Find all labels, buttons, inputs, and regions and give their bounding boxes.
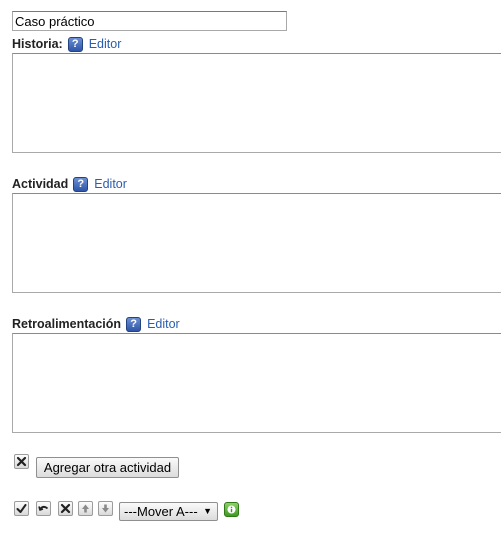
field-label: Retroalimentación <box>12 317 122 331</box>
field-historia-header: Historia: ? Editor <box>12 35 121 53</box>
field-actividad-header: Actividad ? Editor <box>12 175 127 193</box>
help-icon[interactable]: ? <box>126 316 142 332</box>
field-label: Actividad <box>12 177 69 191</box>
checkmark-icon[interactable] <box>14 501 29 516</box>
move-select-value: ---Mover A--- <box>124 504 198 519</box>
editor-link[interactable]: Editor <box>94 177 127 191</box>
retroalimentacion-textarea[interactable] <box>12 333 501 433</box>
help-icon[interactable]: ? <box>67 36 83 52</box>
chevron-down-icon: ▼ <box>203 506 212 516</box>
info-icon[interactable] <box>224 502 239 517</box>
editor-link[interactable]: Editor <box>147 317 180 331</box>
arrow-up-icon[interactable] <box>78 501 93 516</box>
add-activity-button[interactable]: Agregar otra actividad <box>36 457 179 478</box>
move-to-select[interactable]: ---Mover A--- ▼ <box>119 502 218 521</box>
field-retroalimentacion-header: Retroalimentación ? Editor <box>12 315 180 333</box>
title-input[interactable] <box>12 11 287 31</box>
help-icon[interactable]: ? <box>73 176 89 192</box>
undo-arrow-icon[interactable] <box>36 501 51 516</box>
arrow-down-icon[interactable] <box>98 501 113 516</box>
actividad-textarea[interactable] <box>12 193 501 293</box>
historia-textarea[interactable] <box>12 53 501 153</box>
close-x-icon[interactable] <box>14 454 29 469</box>
field-label: Historia: <box>12 37 63 51</box>
editor-link[interactable]: Editor <box>89 37 122 51</box>
delete-icon[interactable] <box>58 501 73 516</box>
